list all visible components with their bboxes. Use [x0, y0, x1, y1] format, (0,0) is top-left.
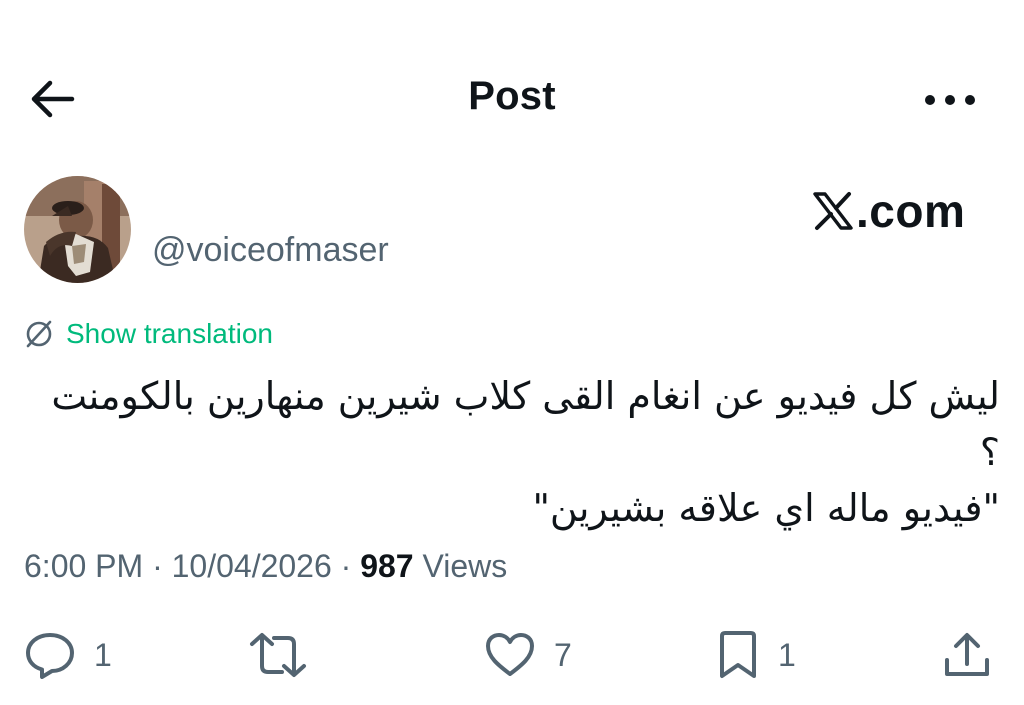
- post-text-line-1: ليش كل فيديو عن انغام القى كلاب شيرين من…: [51, 374, 1000, 474]
- bookmark-button[interactable]: 1: [716, 630, 796, 680]
- translate-icon: [26, 320, 52, 348]
- page-title: Post: [468, 74, 556, 118]
- like-button[interactable]: 7: [484, 630, 572, 680]
- bookmark-count: 1: [778, 636, 796, 673]
- repost-icon: [250, 633, 306, 677]
- meta-separator: ·: [152, 548, 163, 584]
- views-label: Views: [422, 548, 508, 584]
- share-button[interactable]: [942, 630, 992, 680]
- arrow-left-icon: [31, 80, 75, 118]
- post-date[interactable]: 10/04/2026: [172, 548, 332, 584]
- more-button[interactable]: [918, 80, 982, 120]
- show-translation-button[interactable]: Show translation: [24, 318, 273, 350]
- show-translation-label: Show translation: [66, 318, 274, 349]
- brand-watermark: .com: [812, 185, 966, 237]
- post-text-line-2: "فيديو ماله اي علاقه بشيرين": [532, 486, 1000, 530]
- heart-icon: [486, 633, 534, 676]
- reply-count: 1: [94, 636, 112, 673]
- x-logo-icon: [812, 191, 854, 231]
- reply-button[interactable]: 1: [24, 630, 112, 680]
- post-time[interactable]: 6:00 PM: [24, 548, 143, 584]
- brand-text: .com: [856, 185, 966, 237]
- more-horizontal-icon: [925, 95, 975, 105]
- meta-separator: ·: [340, 548, 352, 584]
- like-count: 7: [554, 636, 572, 673]
- share-icon: [945, 633, 989, 676]
- views-count: 987: [360, 548, 414, 584]
- back-button[interactable]: [26, 76, 78, 122]
- bookmark-icon: [720, 631, 756, 678]
- post-text: ليش كل فيديو عن انغام القى كلاب شيرين من…: [20, 368, 1000, 536]
- author-handle[interactable]: @voiceofmaser: [152, 231, 389, 270]
- reply-icon: [26, 633, 74, 679]
- avatar[interactable]: [24, 176, 131, 283]
- repost-button[interactable]: [248, 630, 308, 680]
- post-meta: 6:00 PM · 10/04/2026 · 987 Views: [24, 548, 507, 585]
